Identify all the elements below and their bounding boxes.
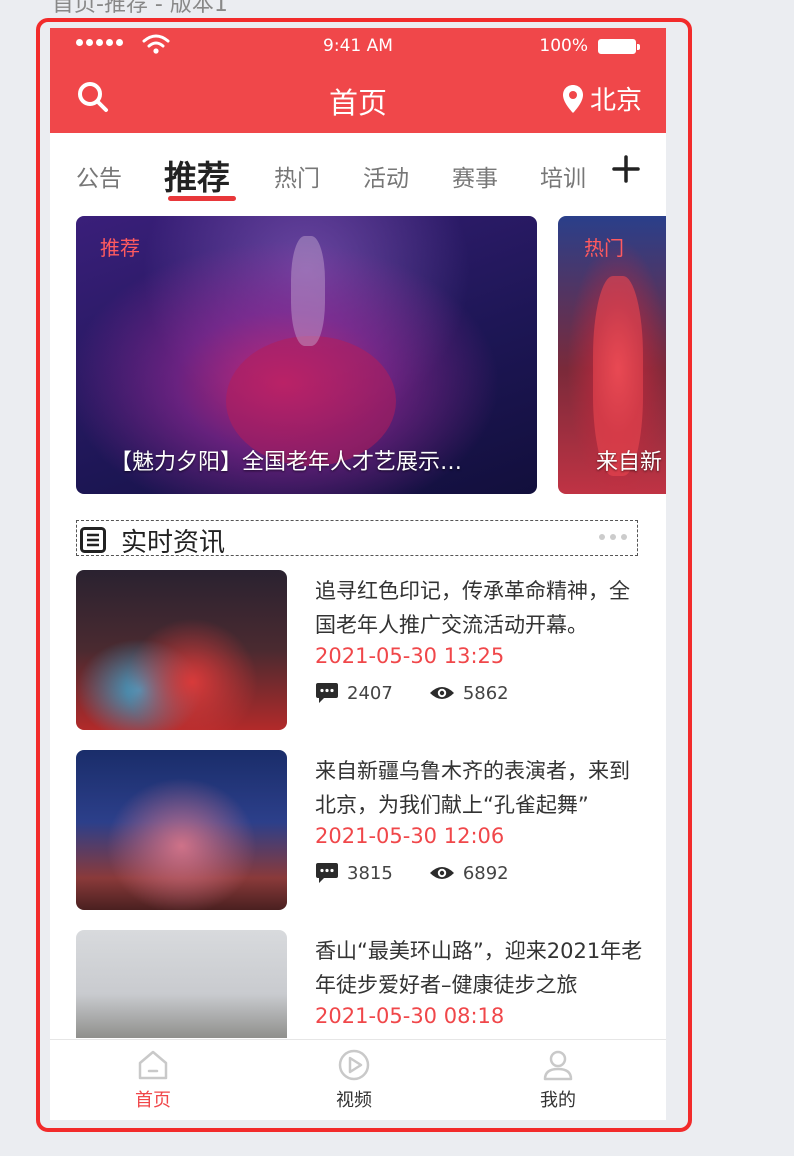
tab-activities[interactable]: 活动 — [363, 159, 409, 193]
status-bar: 9:41 AM 100% — [50, 28, 666, 64]
news-thumbnail — [76, 570, 287, 730]
eye-icon — [429, 867, 454, 879]
card-caption: 来自新 — [596, 450, 663, 475]
view-count: 5862 — [462, 682, 509, 704]
news-stats: 2407 5862 — [315, 682, 545, 704]
news-item[interactable]: 追寻红色印记，传承革命精神，全国老年人推广交流活动开幕。 2021-05-30 … — [76, 570, 646, 730]
carousel-card[interactable]: 推荐 【魅力夕阳】全国老年人才艺展示… — [76, 216, 537, 494]
document-icon — [80, 527, 106, 553]
bottom-tab-bar: 首页 视频 我的 — [50, 1039, 666, 1120]
tabbar-label-video: 视频 — [336, 1090, 372, 1111]
tabbar-label-home: 首页 — [135, 1090, 171, 1111]
view-count: 6892 — [462, 862, 509, 884]
tab-hot[interactable]: 热门 — [274, 159, 320, 193]
news-title: 香山“最美环山路”，迎来2021年老年徒步爱好者–健康徒步之旅 — [315, 939, 643, 997]
tabbar-item-home[interactable]: 首页 — [93, 1048, 213, 1112]
section-header: 实时资讯 — [76, 520, 638, 558]
news-title: 来自新疆乌鲁木齐的表演者，来到北京，为我们献上“孔雀起舞” — [315, 759, 630, 817]
tab-recommended[interactable]: 推荐 — [164, 151, 230, 199]
carousel-card[interactable]: 热门 来自新 — [558, 216, 666, 494]
tab-training[interactable]: 培训 — [540, 159, 586, 193]
comment-count: 2407 — [347, 682, 393, 704]
news-thumbnail — [76, 750, 287, 910]
comment-icon — [316, 683, 338, 703]
tab-competitions[interactable]: 赛事 — [452, 159, 498, 193]
user-icon — [543, 1050, 573, 1081]
news-item[interactable]: 来自新疆乌鲁木齐的表演者，来到北京，为我们献上“孔雀起舞” 2021-05-30… — [76, 750, 646, 910]
card-caption: 【魅力夕阳】全国老年人才艺展示… — [110, 450, 463, 475]
tabbar-item-video[interactable]: 视频 — [294, 1048, 414, 1112]
news-date: 2021-05-30 13:25 — [315, 644, 505, 668]
play-circle-icon — [338, 1049, 370, 1081]
card-tag: 推荐 — [100, 236, 140, 260]
page-caption: 首页-推荐 - 版本1 — [52, 0, 228, 17]
news-thumbnail — [76, 930, 287, 1038]
comment-icon — [316, 863, 338, 883]
section-title: 实时资讯 — [121, 528, 226, 558]
location-selector[interactable]: 北京 — [562, 80, 642, 117]
add-tab-icon[interactable] — [612, 155, 640, 183]
tabbar-label-profile: 我的 — [540, 1090, 576, 1111]
home-icon — [138, 1050, 168, 1080]
location-label: 北京 — [589, 86, 642, 116]
news-title: 追寻红色印记，传承革命精神，全国老年人推广交流活动开幕。 — [315, 579, 630, 637]
news-stats: 3815 6892 — [315, 862, 545, 884]
news-date: 2021-05-30 08:18 — [315, 1004, 505, 1028]
phone-screen: 9:41 AM 100% 首页 北京 公告 推荐 热门 活动 赛事 培训 推荐 … — [50, 28, 666, 1120]
card-image-detail — [291, 236, 325, 346]
battery-percent: 100% — [539, 36, 588, 56]
news-list: 追寻红色印记，传承革命精神，全国老年人推广交流活动开幕。 2021-05-30 … — [50, 568, 666, 1038]
map-pin-icon — [562, 84, 583, 113]
header: 9:41 AM 100% 首页 北京 — [50, 28, 666, 133]
news-date: 2021-05-30 12:06 — [315, 824, 505, 848]
news-item[interactable]: 香山“最美环山路”，迎来2021年老年徒步爱好者–健康徒步之旅 2021-05-… — [76, 930, 646, 1038]
eye-icon — [429, 687, 454, 699]
battery-icon — [598, 39, 640, 54]
comment-count: 3815 — [347, 862, 393, 884]
tabbar-item-profile[interactable]: 我的 — [498, 1048, 618, 1112]
more-dots-icon[interactable] — [599, 534, 627, 540]
card-tag: 热门 — [584, 236, 624, 260]
category-tabs: 公告 推荐 热门 活动 赛事 培训 — [50, 133, 666, 213]
active-tab-indicator — [168, 196, 236, 201]
tab-announcement[interactable]: 公告 — [76, 159, 122, 193]
